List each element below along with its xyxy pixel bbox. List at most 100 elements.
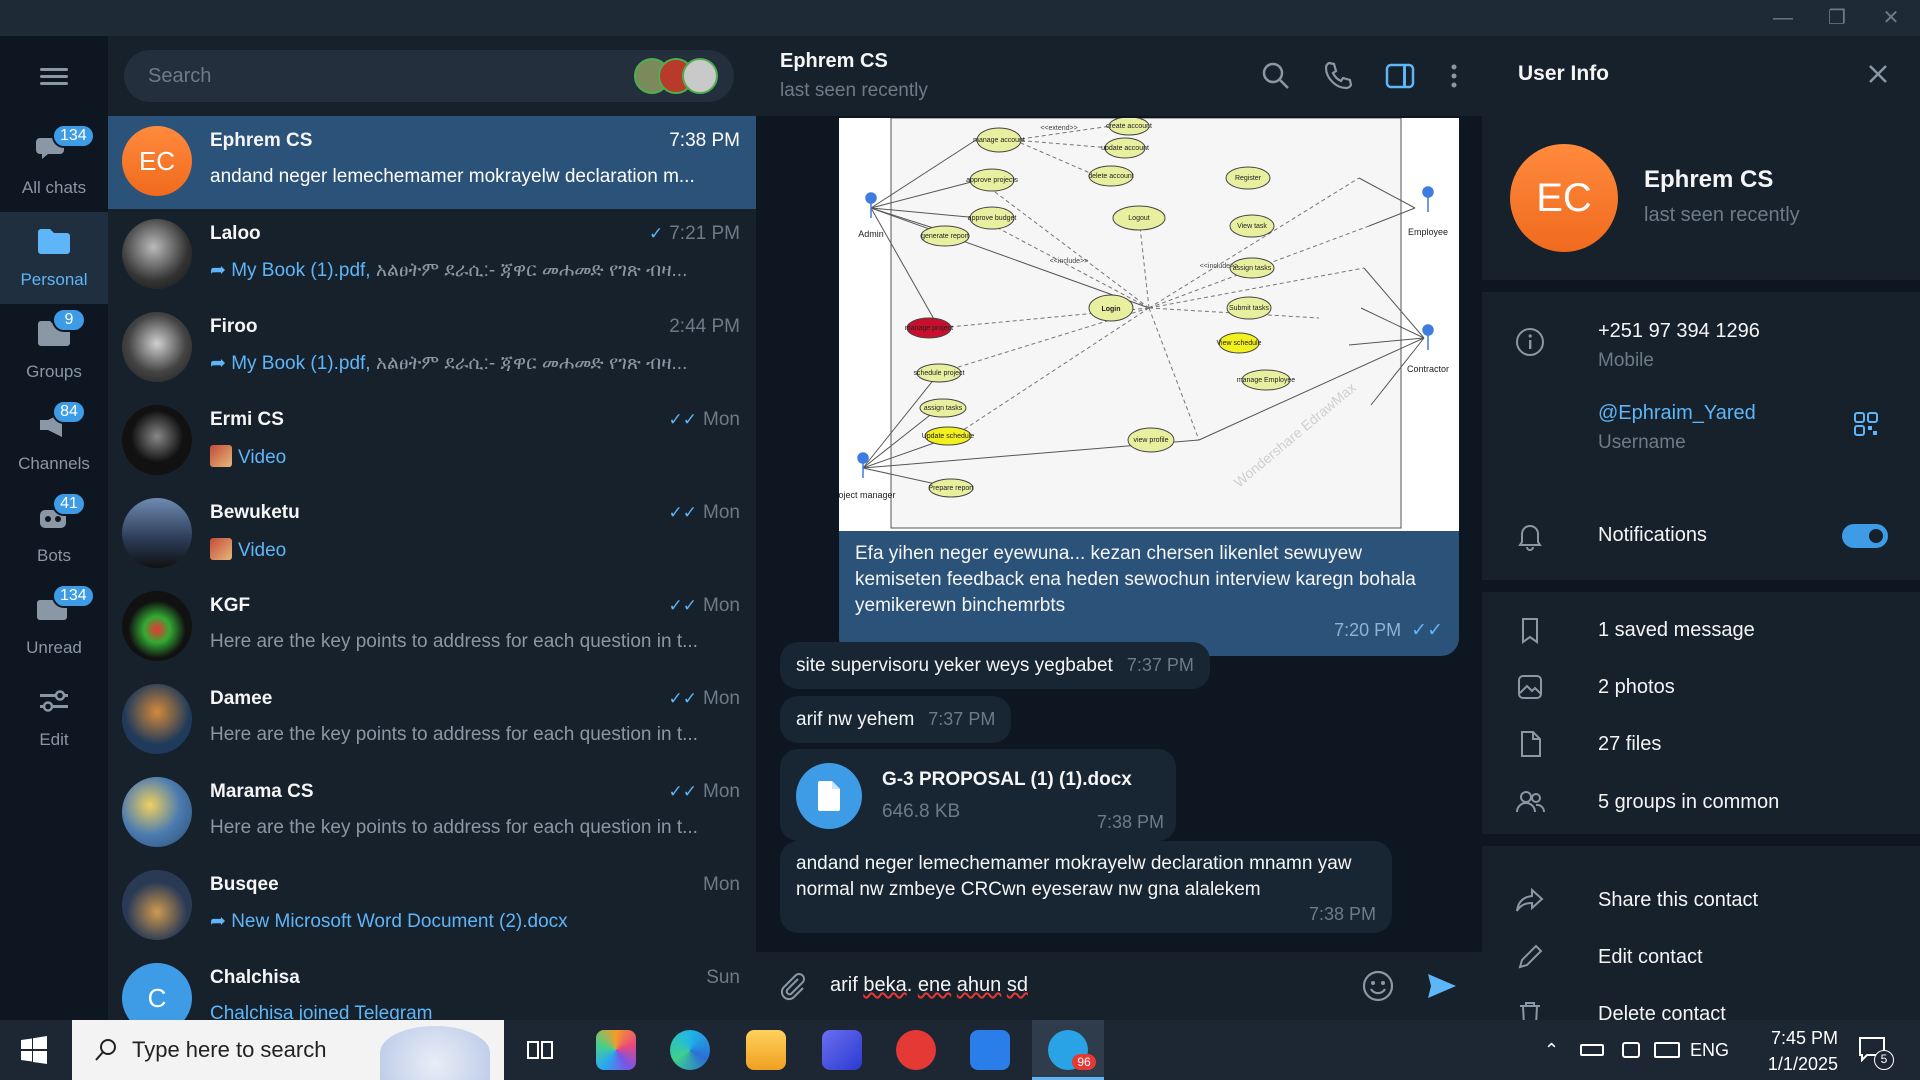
qr-code-icon[interactable]	[1852, 410, 1880, 438]
diagram-relation-label: <<include>>	[1200, 263, 1239, 270]
edge-browser-icon[interactable]	[670, 1030, 710, 1070]
folder-edit[interactable]: Edit	[0, 672, 108, 764]
username-link[interactable]: @Ephraim_Yared	[1598, 402, 1756, 425]
send-icon[interactable]	[1424, 968, 1460, 1004]
chat-row[interactable]: Damee ✓✓ Mon Here are the key points to a…	[108, 674, 756, 767]
folder-groups[interactable]: 9 Groups	[0, 304, 108, 396]
use-case-diagram-image[interactable]: manage account create account update acc…	[839, 118, 1459, 531]
message-bubble-outgoing[interactable]: Efa yihen neger eyewuna... kezan chersen…	[839, 531, 1459, 656]
camera-icon[interactable]	[1622, 1020, 1648, 1080]
close-window-button[interactable]: ✕	[1864, 0, 1918, 36]
groups-in-common-row[interactable]: 5 groups in common	[1482, 786, 1920, 826]
search-icon[interactable]	[1258, 58, 1294, 94]
notifications-row[interactable]: Notifications	[1482, 516, 1920, 556]
files-label: 27 files	[1598, 733, 1662, 755]
tray-overflow-chevron-icon[interactable]: ⌃	[1544, 1020, 1568, 1080]
chat-row[interactable]: Bewuketu ✓✓ Mon Video	[108, 488, 756, 581]
chat-row[interactable]: Laloo ✓ 7:21 PM ➦ My Book (1).pdf, አልፀትም …	[108, 209, 756, 302]
file-link[interactable]: My Book (1).pdf,	[231, 260, 370, 281]
folder-all-chats[interactable]: 134 All chats	[0, 120, 108, 212]
chat-row[interactable]: Firoo 2:44 PM ➦ My Book (1).pdf, አልፀትም ደ…	[108, 302, 756, 395]
file-link[interactable]: My Book (1).pdf,	[231, 353, 370, 374]
misspelled-word: ene	[917, 974, 952, 996]
clock[interactable]: 7:45 PM 1/1/2025	[1748, 1020, 1838, 1080]
folder-unread[interactable]: 134 Unread	[0, 580, 108, 672]
chat-time-label: Mon	[703, 409, 740, 430]
document-icon[interactable]	[796, 763, 862, 829]
language-indicator[interactable]: ENG	[1690, 1020, 1729, 1080]
copilot-icon[interactable]	[596, 1030, 636, 1070]
conversation-title[interactable]: Ephrem CS	[780, 50, 888, 73]
message-input[interactable]: arif beka. ene ahun sd	[830, 974, 1028, 997]
chat-row[interactable]: EC Ephrem CS 7:38 PM andand neger lemech…	[108, 116, 756, 209]
diagram-use-case: generate report	[921, 233, 969, 240]
files-row[interactable]: 27 files	[1482, 728, 1920, 768]
search-input[interactable]	[148, 50, 608, 102]
forward-icon: ➦	[210, 353, 232, 374]
message-time: 7:37 PM	[1126, 655, 1194, 675]
avatar: C	[122, 963, 192, 1020]
conversation-header[interactable]: Ephrem CS last seen recently	[756, 36, 1482, 116]
phone-icon[interactable]	[1320, 58, 1356, 94]
photos-row[interactable]: 2 photos	[1482, 671, 1920, 711]
folder-bots[interactable]: 41 Bots	[0, 488, 108, 580]
taskbar-search-box[interactable]: Type here to search	[72, 1020, 504, 1080]
avatar: EC	[122, 126, 192, 196]
wps-office-icon[interactable]	[896, 1030, 936, 1070]
delete-contact-label: Delete contact	[1598, 1003, 1726, 1020]
hamburger-menu-button[interactable]	[34, 64, 74, 94]
unread-badge: 41	[52, 492, 86, 516]
username-label: Username	[1598, 432, 1686, 453]
notifications-toggle[interactable]	[1842, 524, 1888, 548]
phone-number[interactable]: +251 97 394 1296	[1598, 320, 1760, 343]
minimize-button[interactable]: —	[1756, 0, 1810, 36]
unread-badge: 134	[52, 584, 95, 608]
chat-row[interactable]: Marama CS ✓✓ Mon Here are the key points …	[108, 767, 756, 860]
restore-button[interactable]: ❐	[1810, 0, 1864, 36]
phone-label: Mobile	[1598, 350, 1654, 371]
share-contact-row[interactable]: Share this contact	[1482, 884, 1920, 924]
contact-details: +251 97 394 1296 Mobile @Ephraim_Yared U…	[1482, 312, 1920, 492]
windows-start-icon[interactable]	[20, 1036, 48, 1064]
folder-channels[interactable]: 84 Channels	[0, 396, 108, 488]
file-message[interactable]: G-3 PROPOSAL (1) (1).docx 646.8 KB 7:38 …	[780, 749, 1176, 841]
user-info-panel: User Info EC Ephrem CS last seen recentl…	[1482, 36, 1920, 1020]
sidebar-toggle-icon[interactable]	[1382, 58, 1418, 94]
more-options-icon[interactable]	[1444, 58, 1464, 94]
chat-row[interactable]: KGF ✓✓ Mon Here are the key points to add…	[108, 581, 756, 674]
search-highlight-image	[380, 1026, 490, 1080]
chat-preview: ➦ My Book (1).pdf, አልፀትም ደራሲ:- ጃዋር መሐመድ …	[210, 259, 736, 282]
emoji-icon[interactable]	[1360, 968, 1396, 1004]
close-icon[interactable]	[1860, 56, 1896, 92]
notification-center-icon[interactable]: 5	[1858, 1020, 1898, 1080]
chat-name: Firoo	[210, 316, 258, 337]
unread-badge: 84	[52, 400, 86, 424]
telegram-taskbar-button[interactable]: 96	[1032, 1020, 1104, 1080]
message-bubble-incoming[interactable]: andand neger lemechemamer mokrayelw decl…	[780, 841, 1392, 933]
chat-row[interactable]: Busqee Mon ➦ New Microsoft Word Document…	[108, 860, 756, 953]
file-explorer-icon[interactable]	[746, 1030, 786, 1070]
divider	[1482, 280, 1920, 292]
groups-in-common-label: 5 groups in common	[1598, 791, 1780, 813]
chat-time: ✓ 7:21 PM	[649, 223, 740, 245]
chat-row[interactable]: C Chalchisa Sun Chalchisa joined Telegra…	[108, 953, 756, 1020]
folder-personal[interactable]: Personal	[0, 212, 108, 304]
file-link[interactable]: New Microsoft Word Document (2).docx	[231, 911, 567, 932]
battery-icon[interactable]	[1580, 1020, 1606, 1080]
profile-avatar[interactable]: EC	[1510, 144, 1618, 252]
edit-contact-row[interactable]: Edit contact	[1482, 941, 1920, 981]
task-view-icon[interactable]	[520, 1030, 560, 1070]
story-avatar[interactable]	[682, 58, 718, 94]
message-bubble-incoming[interactable]: site supervisoru yeker weys yegbabet 7:37…	[780, 642, 1210, 689]
chat-row[interactable]: Ermi CS ✓✓ Mon Video	[108, 395, 756, 488]
saved-messages-row[interactable]: 1 saved message	[1482, 614, 1920, 654]
message-time: 7:38 PM	[1308, 904, 1376, 924]
stories-strip[interactable]	[634, 58, 720, 94]
message-bubble-incoming[interactable]: arif nw yehem 7:37 PM	[780, 696, 1012, 743]
attach-icon[interactable]	[776, 970, 808, 1002]
delete-contact-row[interactable]: Delete contact	[1482, 998, 1920, 1020]
folder-label: Edit	[39, 730, 69, 749]
network-icon[interactable]	[1654, 1020, 1684, 1080]
clipchamp-icon[interactable]	[822, 1030, 862, 1070]
app-icon[interactable]	[970, 1030, 1010, 1070]
